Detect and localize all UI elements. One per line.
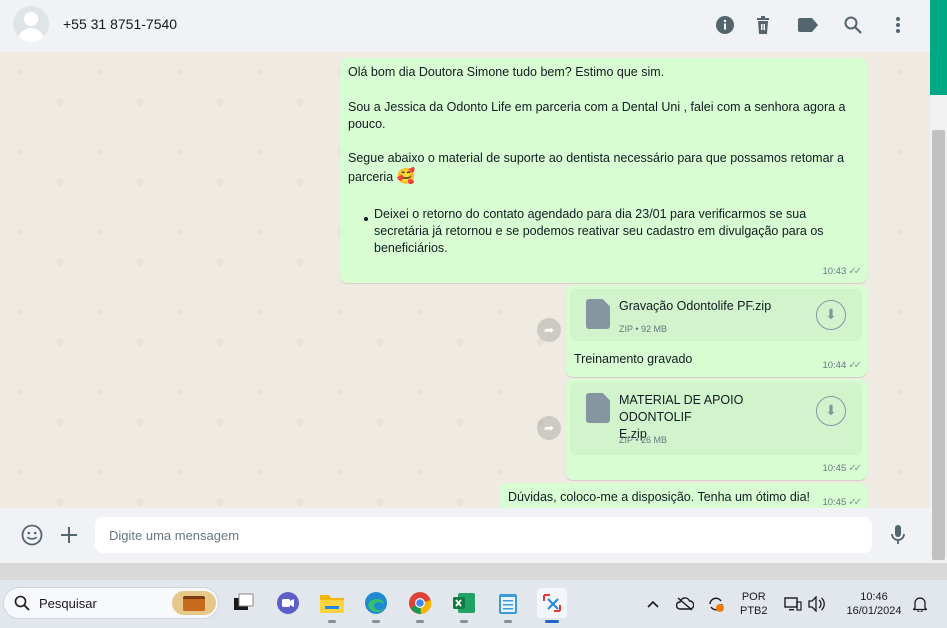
label-icon[interactable] bbox=[797, 14, 819, 36]
window-bottom-border bbox=[0, 563, 947, 580]
double-check-icon: ✓✓ bbox=[848, 497, 862, 508]
forward-icon[interactable]: ➦ bbox=[537, 318, 561, 342]
chrome-browser-icon[interactable] bbox=[405, 588, 435, 623]
microphone-icon[interactable] bbox=[886, 523, 910, 547]
edge-browser-icon[interactable] bbox=[361, 588, 391, 623]
document-icon bbox=[586, 393, 610, 423]
volume-icon[interactable] bbox=[807, 595, 825, 613]
search-label: Pesquisar bbox=[39, 596, 97, 611]
message-text: pouco. bbox=[348, 117, 386, 131]
message-input[interactable] bbox=[95, 517, 872, 553]
search-icon bbox=[14, 595, 30, 615]
document-icon bbox=[586, 299, 610, 329]
message-text: Segue abaixo o material de suporte ao de… bbox=[348, 151, 845, 165]
file-meta: ZIP • 26 MB bbox=[619, 435, 668, 445]
file-name: Gravação Odontolife PF.zip bbox=[619, 299, 772, 313]
sync-alert-icon[interactable] bbox=[707, 595, 725, 613]
briefcase-icon bbox=[172, 591, 216, 615]
file-meta: ZIP • 92 MB bbox=[619, 324, 668, 334]
message-text: Dúvidas, coloco-me a disposição. Tenha u… bbox=[508, 490, 811, 504]
notepad-icon[interactable] bbox=[493, 588, 523, 623]
message-text: parceria 🥰 bbox=[348, 168, 416, 185]
cloud-offline-icon[interactable] bbox=[676, 595, 694, 613]
clock[interactable]: 10:46 16/01/2024 bbox=[838, 590, 910, 618]
message-time: 10:43 ✓✓ bbox=[822, 263, 862, 281]
notification-bell-icon[interactable] bbox=[911, 595, 929, 613]
message-text: Olá bom dia Doutora Simone tudo bem? Est… bbox=[348, 65, 665, 79]
taskbar-search[interactable]: Pesquisar bbox=[3, 587, 219, 619]
message-text: secretária já retornou e se podemos reat… bbox=[374, 224, 824, 238]
chat-panel: Olá bom dia Doutora Simone tudo bem? Est… bbox=[0, 52, 930, 508]
message-bubble-text[interactable]: Olá bom dia Doutora Simone tudo bem? Est… bbox=[340, 58, 867, 283]
emoji-icon[interactable] bbox=[20, 523, 44, 547]
composer bbox=[0, 508, 930, 563]
windows-taskbar: Pesquisar POR PTB2 10:46 16/01/2024 bbox=[0, 580, 947, 628]
contact-name[interactable]: +55 31 8751-7540 bbox=[63, 16, 177, 32]
message-text: Sou a Jessica da Odonto Life em parceria… bbox=[348, 100, 846, 114]
bullet-dot bbox=[364, 217, 368, 221]
menu-dots-icon[interactable] bbox=[887, 14, 909, 36]
message-text: Deixei o retorno do contato agendado par… bbox=[374, 207, 807, 221]
double-check-icon: ✓✓ bbox=[848, 359, 862, 371]
attach-plus-icon[interactable] bbox=[57, 523, 81, 547]
forward-icon[interactable]: ➦ bbox=[537, 416, 561, 440]
network-icon[interactable] bbox=[784, 595, 802, 613]
double-check-icon: ✓✓ bbox=[848, 462, 862, 474]
language-indicator[interactable]: POR PTB2 bbox=[740, 590, 768, 618]
chevron-up-icon[interactable] bbox=[644, 595, 662, 613]
scrollbar-top-accent bbox=[930, 0, 947, 95]
message-time: 10:44 ✓✓ bbox=[822, 357, 862, 375]
search-icon[interactable] bbox=[842, 14, 864, 36]
avatar[interactable] bbox=[13, 6, 49, 42]
download-icon[interactable]: ⬇ bbox=[816, 396, 846, 426]
trash-icon[interactable] bbox=[752, 14, 774, 36]
chat-header: +55 31 8751-7540 bbox=[0, 0, 930, 52]
message-text: beneficiários. bbox=[374, 241, 448, 255]
excel-icon[interactable] bbox=[449, 588, 479, 623]
snipping-tool-icon[interactable] bbox=[537, 588, 567, 623]
info-icon[interactable] bbox=[714, 14, 736, 36]
scrollbar-thumb[interactable] bbox=[932, 130, 945, 560]
smiling-hearts-emoji: 🥰 bbox=[396, 168, 416, 185]
double-check-icon: ✓✓ bbox=[848, 265, 862, 277]
message-bubble-file[interactable]: Gravação Odontolife PF.zip ZIP • 92 MB ⬇… bbox=[566, 285, 867, 377]
file-attachment[interactable]: MATERIAL DE APOIO ODONTOLIF E.zip ZIP • 2… bbox=[570, 383, 862, 455]
message-time: 10:45 ✓✓ bbox=[822, 460, 862, 478]
file-caption: Treinamento gravado bbox=[574, 352, 693, 366]
file-explorer-icon[interactable] bbox=[317, 588, 347, 623]
message-time: 10:45 ✓✓ bbox=[822, 494, 862, 508]
task-view-icon[interactable] bbox=[229, 588, 259, 618]
message-bubble-file[interactable]: MATERIAL DE APOIO ODONTOLIF E.zip ZIP • 2… bbox=[566, 379, 867, 480]
download-icon[interactable]: ⬇ bbox=[816, 300, 846, 330]
file-attachment[interactable]: Gravação Odontolife PF.zip ZIP • 92 MB ⬇ bbox=[570, 289, 862, 341]
message-bubble-text[interactable]: Dúvidas, coloco-me a disposição. Tenha u… bbox=[499, 483, 867, 508]
whatsapp-window: +55 31 8751-7540 Olá bom dia Doutora Sim… bbox=[0, 0, 947, 628]
teams-chat-icon[interactable] bbox=[273, 588, 303, 618]
